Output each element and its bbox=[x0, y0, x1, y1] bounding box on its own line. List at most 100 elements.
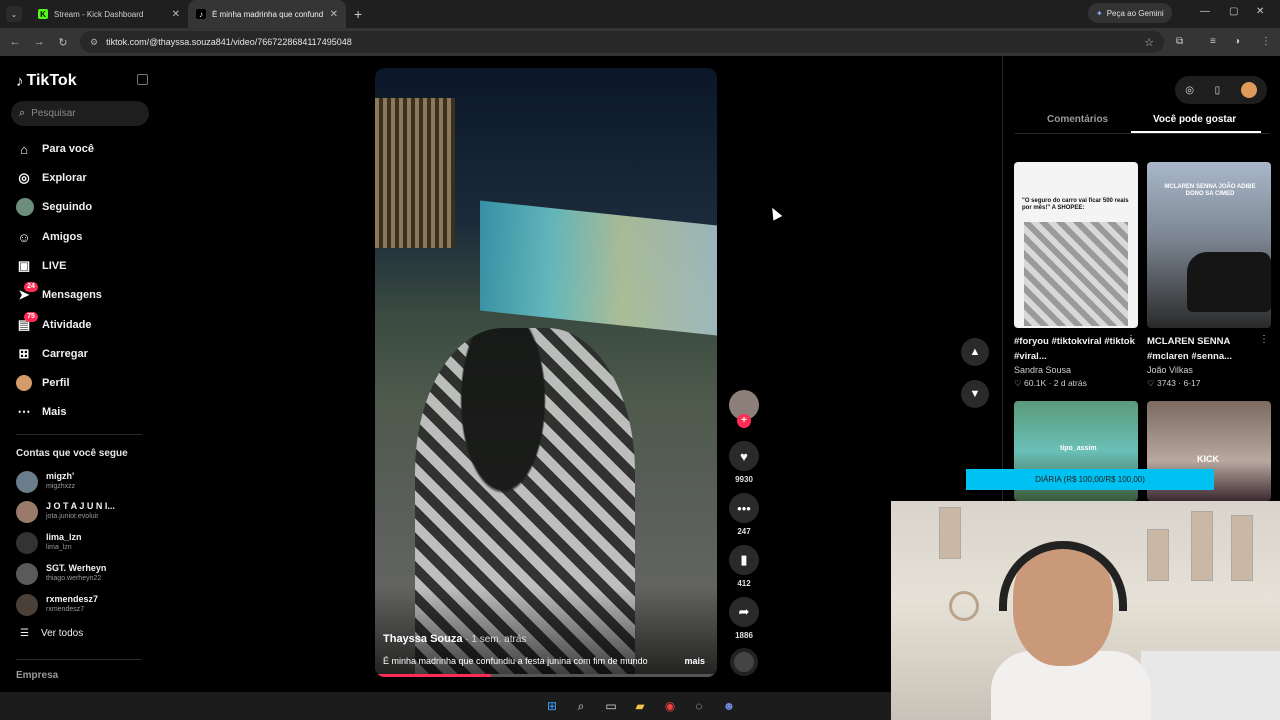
account-handle: lima_lzn bbox=[46, 544, 72, 551]
card-options-icon[interactable]: ⋮ bbox=[1259, 334, 1269, 345]
wall-frame bbox=[1147, 529, 1169, 581]
save-action[interactable]: ▮ 412 bbox=[728, 545, 760, 588]
card-options-icon[interactable]: ⋮ bbox=[1126, 334, 1136, 345]
account-name: migzh' bbox=[46, 471, 75, 481]
avatar bbox=[16, 563, 38, 585]
card-author[interactable]: João Vilkas bbox=[1147, 365, 1271, 375]
compass-icon: ◎ bbox=[18, 170, 30, 185]
nav-label: Mensagens bbox=[42, 289, 102, 301]
bookmark-icon[interactable]: ▮ bbox=[729, 545, 759, 575]
see-all-link[interactable]: ☰ Ver todos bbox=[20, 628, 83, 639]
next-video-button[interactable]: ▼ bbox=[961, 380, 989, 408]
nav-perfil[interactable]: Perfil bbox=[16, 371, 156, 395]
extensions-icon[interactable]: ⧉ bbox=[1176, 36, 1183, 47]
browser-tab-tiktok[interactable]: ♪ É minha madrinha que confund ✕ bbox=[188, 0, 346, 28]
followed-account[interactable]: rxmendesz7 rxmendesz7 bbox=[16, 592, 156, 618]
windows-start-icon[interactable]: ⊞ bbox=[543, 697, 561, 715]
followed-account[interactable]: J O T A J U N I... jota.junior.evoluir bbox=[16, 499, 156, 525]
comment-count: 247 bbox=[737, 527, 751, 536]
messages-badge: 24 bbox=[24, 282, 38, 292]
url-field[interactable]: ⚙ tiktok.com/@thayssa.souza841/video/766… bbox=[80, 31, 1164, 53]
back-icon[interactable]: ← bbox=[3, 36, 27, 48]
avatar bbox=[16, 594, 38, 616]
phone-icon[interactable]: ▯ bbox=[1215, 85, 1221, 96]
nav-mais[interactable]: ⋯ Mais bbox=[16, 400, 156, 424]
bookmark-star-icon[interactable]: ☆ bbox=[1144, 36, 1154, 49]
restore-button[interactable]: ▢ bbox=[1229, 6, 1238, 17]
follow-plus-icon[interactable]: + bbox=[737, 414, 751, 428]
previous-video-button[interactable]: ▲ bbox=[961, 338, 989, 366]
chrome-icon[interactable]: ◉ bbox=[661, 697, 679, 715]
progress-fill bbox=[375, 674, 492, 677]
thumbnail-car bbox=[1187, 252, 1271, 312]
media-icon[interactable]: ≡ bbox=[1210, 36, 1216, 47]
site-info-icon[interactable]: ⚙ bbox=[90, 37, 98, 48]
video-scene-fence bbox=[375, 98, 455, 248]
video-author[interactable]: Thayssa Souza · 1 sem. atrás bbox=[383, 633, 526, 645]
card-author[interactable]: Sandra Sousa bbox=[1014, 365, 1138, 375]
card-date: 6-17 bbox=[1183, 378, 1201, 388]
discord-icon[interactable]: ☻ bbox=[720, 697, 738, 715]
menu-icon[interactable]: ⋮ bbox=[1261, 36, 1271, 47]
minimize-button[interactable]: — bbox=[1200, 6, 1210, 17]
comment-action[interactable]: ••• 247 bbox=[728, 493, 760, 536]
close-icon[interactable]: ✕ bbox=[172, 9, 180, 20]
see-all-label: Ver todos bbox=[40, 628, 84, 639]
reload-icon[interactable]: ↻ bbox=[51, 36, 75, 49]
nav-atividade[interactable]: ▤ 75 Atividade bbox=[16, 312, 156, 337]
gemini-button[interactable]: ✦ Peça ao Gemini bbox=[1088, 3, 1172, 23]
thumbnail-text: KICK bbox=[1197, 454, 1219, 464]
close-window-button[interactable]: ✕ bbox=[1256, 6, 1264, 17]
like-action[interactable]: ♥ 9930 bbox=[728, 441, 760, 484]
new-tab-button[interactable]: + bbox=[354, 6, 362, 22]
card-title[interactable]: #foryou #tiktokviral #tiktok #viral... bbox=[1014, 334, 1138, 364]
video-thumbnail[interactable]: MCLAREN SENNA JOÃO ADIBE DONO SA CIMED bbox=[1147, 162, 1271, 328]
tab-search-button[interactable]: ⌄ bbox=[6, 6, 22, 22]
obs-icon[interactable]: ◌ bbox=[690, 697, 708, 715]
nav-seguindo[interactable]: Seguindo bbox=[16, 195, 156, 219]
nav-label: LIVE bbox=[42, 260, 67, 272]
company-link[interactable]: Empresa bbox=[16, 670, 58, 681]
close-icon[interactable]: ✕ bbox=[330, 9, 338, 20]
followed-account[interactable]: lima_lzn lima_lzn bbox=[16, 530, 156, 556]
music-disc-icon[interactable] bbox=[730, 648, 758, 676]
recommended-card[interactable]: MCLAREN SENNA JOÃO ADIBE DONO SA CIMED M… bbox=[1147, 162, 1271, 389]
video-thumbnail[interactable]: "O seguro do carro vai ficar 500 reais p… bbox=[1014, 162, 1138, 328]
avatar bbox=[16, 501, 38, 523]
collapse-sidebar-icon[interactable] bbox=[137, 74, 148, 85]
forward-icon[interactable]: → bbox=[27, 36, 51, 48]
nav-mensagens[interactable]: ➤ 24 Mensagens bbox=[16, 282, 156, 307]
file-explorer-icon[interactable]: ▰ bbox=[631, 697, 649, 715]
search-icon[interactable]: ⌕ bbox=[572, 697, 590, 715]
compass-icon[interactable]: ◎ bbox=[1185, 85, 1194, 96]
card-title[interactable]: MCLAREN SENNA #mclaren #senna... bbox=[1147, 334, 1271, 364]
comment-icon[interactable]: ••• bbox=[729, 493, 759, 523]
webcam-overlay bbox=[891, 501, 1280, 720]
nav-live[interactable]: ▣ LIVE bbox=[16, 254, 156, 278]
video-player[interactable]: Thayssa Souza · 1 sem. atrás É minha mad… bbox=[375, 68, 717, 677]
card-likes: 60.1K bbox=[1023, 378, 1047, 388]
tab-you-may-like[interactable]: Você pode gostar bbox=[1153, 114, 1236, 125]
tab-comments[interactable]: Comentários bbox=[1047, 114, 1108, 125]
nav-para-voce[interactable]: ⌂ Para você bbox=[16, 137, 156, 161]
search-input[interactable]: ⌕ Pesquisar bbox=[11, 101, 149, 126]
share-icon[interactable]: ➦ bbox=[729, 597, 759, 627]
user-avatar[interactable] bbox=[1240, 82, 1257, 98]
kick-icon: K bbox=[38, 9, 48, 19]
following-section-title: Contas que você segue bbox=[16, 448, 128, 459]
more-caption-button[interactable]: mais bbox=[684, 656, 705, 666]
tiktok-icon: ♪ bbox=[196, 9, 206, 19]
share-action[interactable]: ➦ 1886 bbox=[728, 597, 760, 640]
heart-icon[interactable]: ♥ bbox=[729, 441, 759, 471]
profile-icon[interactable]: ◑ bbox=[1234, 36, 1240, 47]
task-view-icon[interactable]: ▭ bbox=[602, 697, 620, 715]
video-progress-bar[interactable] bbox=[375, 674, 717, 677]
nav-explorar[interactable]: ◎ Explorar bbox=[16, 166, 156, 190]
browser-tab-kick[interactable]: K Stream - Kick Dashboard ✕ bbox=[30, 0, 188, 28]
nav-amigos[interactable]: ☺ Amigos bbox=[16, 225, 156, 249]
tiktok-logo[interactable]: ♪ TikTok bbox=[16, 72, 77, 90]
nav-carregar[interactable]: ⊞ Carregar bbox=[16, 342, 156, 366]
recommended-card[interactable]: "O seguro do carro vai ficar 500 reais p… bbox=[1014, 162, 1138, 389]
followed-account[interactable]: SGT. Werheyn thiago.werheyn22 bbox=[16, 561, 156, 587]
followed-account[interactable]: migzh' migzhxzz bbox=[16, 469, 156, 495]
